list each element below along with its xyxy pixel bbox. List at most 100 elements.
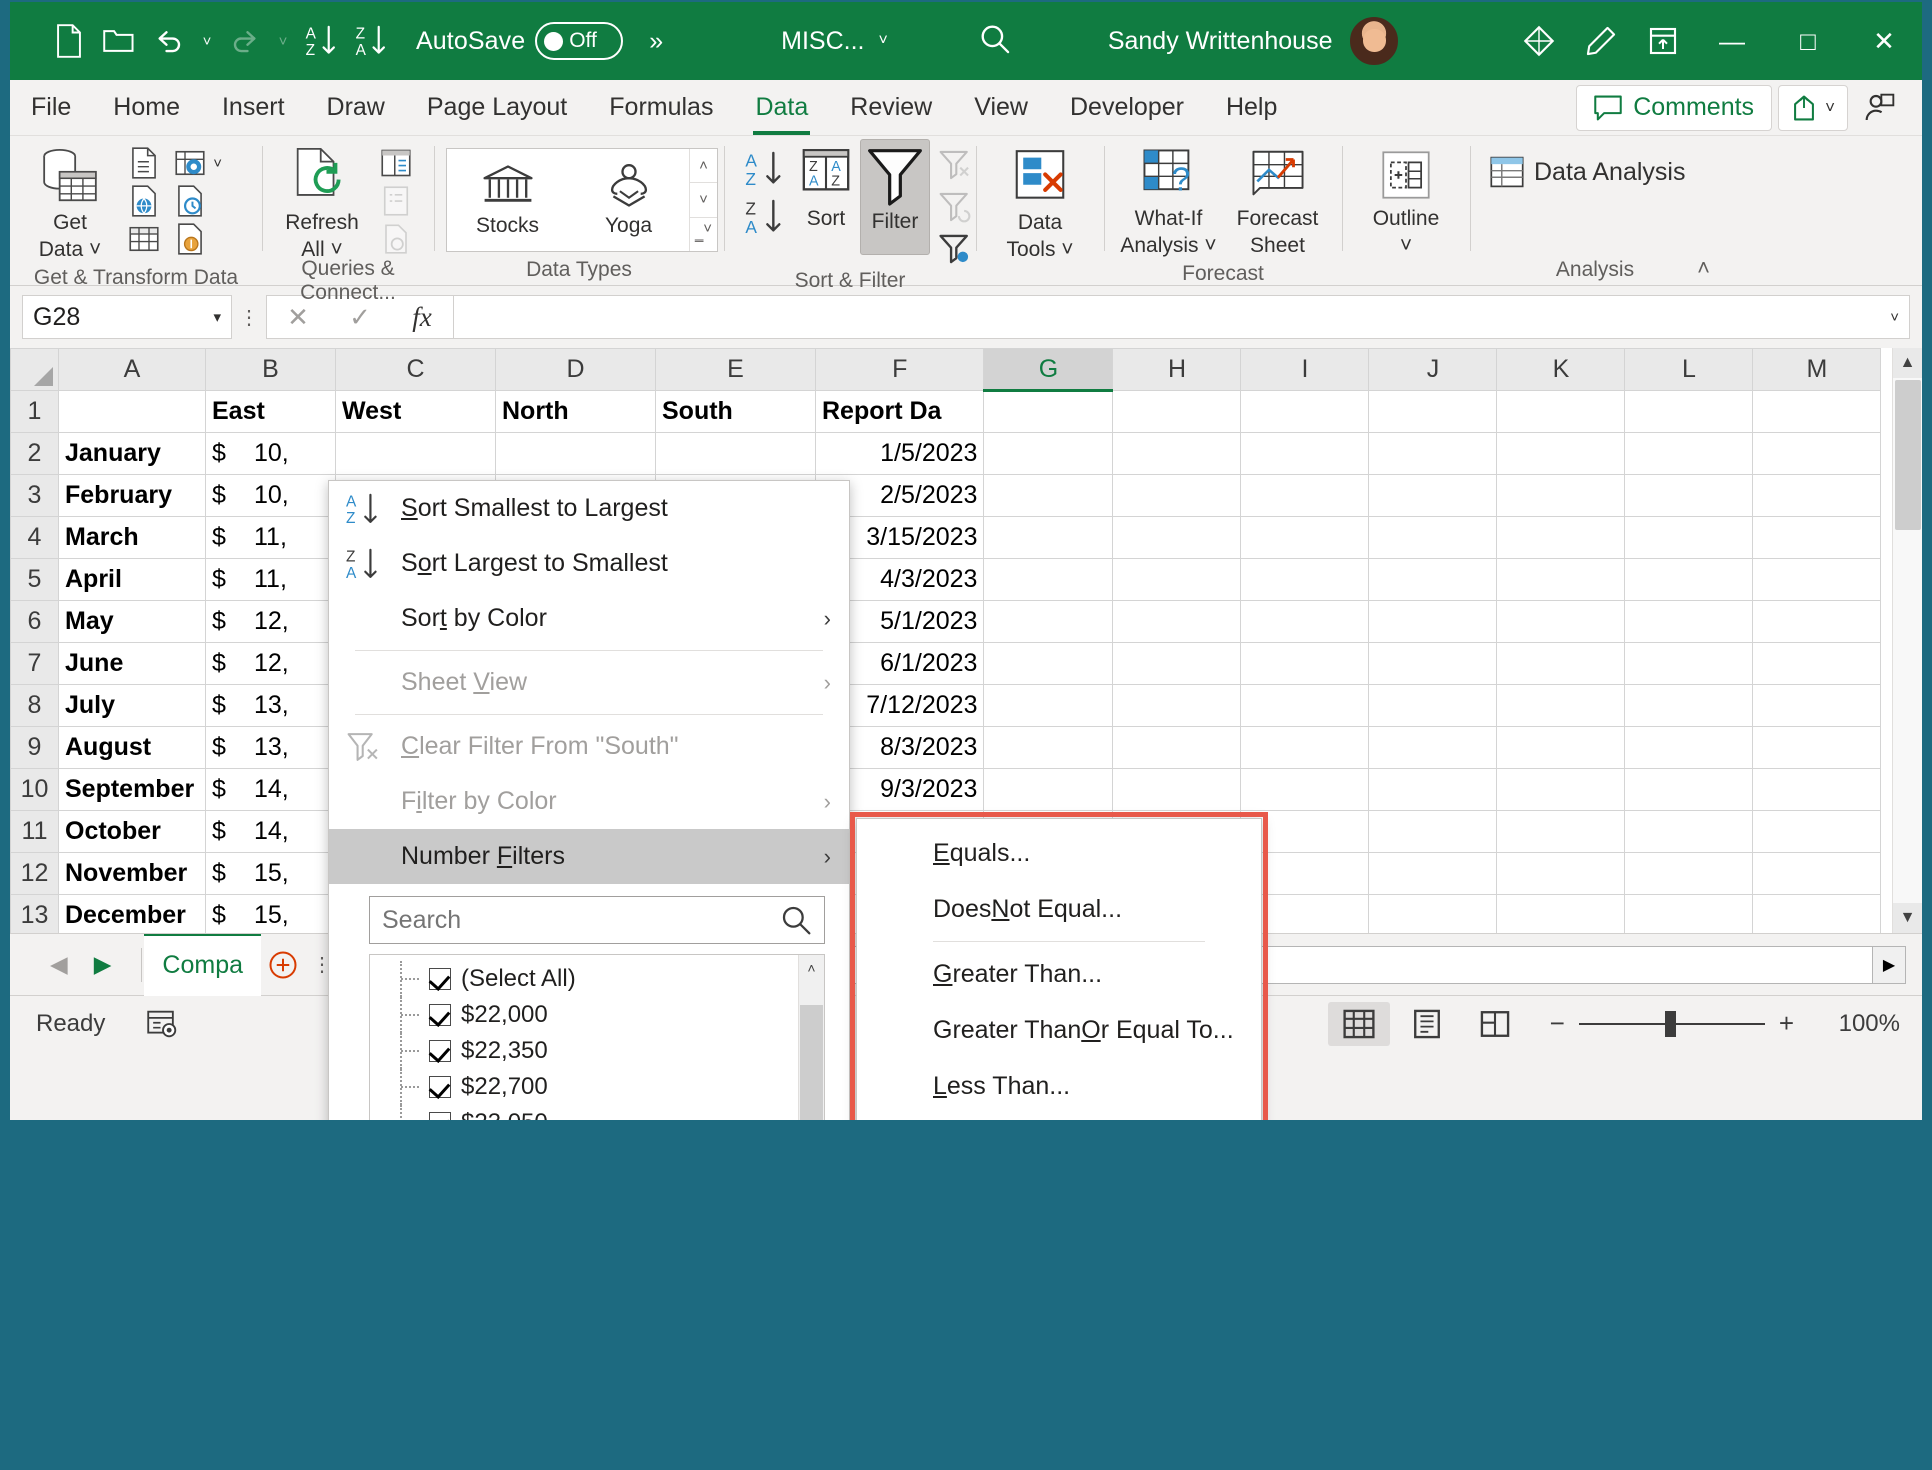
cell-m11[interactable]	[1753, 811, 1881, 853]
cell-b7[interactable]: $12,	[206, 643, 336, 685]
sheet-tab-compa[interactable]: Compa	[144, 934, 261, 996]
vertical-scroll-thumb[interactable]	[1895, 380, 1921, 530]
column-header-e[interactable]: E	[656, 349, 816, 391]
autosave-toggle[interactable]: Off	[535, 22, 623, 60]
new-file-icon[interactable]	[46, 18, 92, 64]
cell-j2[interactable]	[1369, 433, 1497, 475]
filter-search-box[interactable]	[369, 896, 825, 944]
checkbox[interactable]	[429, 1112, 451, 1122]
cell-i3[interactable]	[1241, 475, 1369, 517]
cell-l3[interactable]	[1625, 475, 1753, 517]
row-header-8[interactable]: 8	[11, 685, 59, 727]
cell-l2[interactable]	[1625, 433, 1753, 475]
column-header-c[interactable]: C	[336, 349, 496, 391]
recent-sources-icon[interactable]	[168, 183, 212, 219]
column-header-a[interactable]: A	[59, 349, 206, 391]
cell-j7[interactable]	[1369, 643, 1497, 685]
cell-a13[interactable]: December	[59, 895, 206, 934]
page-break-preview-button[interactable]	[1464, 1002, 1526, 1046]
cell-l9[interactable]	[1625, 727, 1753, 769]
sort-button[interactable]: Z A A Z Sort	[794, 141, 858, 236]
cell-k13[interactable]	[1497, 895, 1625, 934]
cell-i7[interactable]	[1241, 643, 1369, 685]
row-header-10[interactable]: 10	[11, 769, 59, 811]
yoga-gallery-item[interactable]: Yoga	[568, 149, 689, 251]
list-item[interactable]: $23,050	[370, 1105, 798, 1122]
cell-g6[interactable]	[984, 601, 1113, 643]
stocks-gallery-item[interactable]: Stocks	[447, 149, 568, 251]
open-folder-icon[interactable]	[96, 18, 142, 64]
menu-item-sort-by-color[interactable]: Sort by Color ›	[329, 591, 849, 646]
page-layout-view-button[interactable]	[1396, 1002, 1458, 1046]
accessibility-icon[interactable]	[147, 1009, 179, 1039]
submenu-item-equals[interactable]: Equals...	[857, 825, 1261, 881]
cell-g1[interactable]	[984, 391, 1113, 433]
share-people-icon[interactable]	[1854, 85, 1906, 131]
row-header-11[interactable]: 11	[11, 811, 59, 853]
cell-g5[interactable]	[984, 559, 1113, 601]
forecast-sheet-button[interactable]: Forecast Sheet	[1225, 141, 1330, 262]
tab-home[interactable]: Home	[92, 80, 201, 135]
zoom-slider-handle[interactable]	[1665, 1011, 1676, 1037]
cell-l5[interactable]	[1625, 559, 1753, 601]
cell-l8[interactable]	[1625, 685, 1753, 727]
list-scroll-thumb[interactable]	[800, 1005, 823, 1122]
formula-input[interactable]: ˅	[453, 295, 1910, 339]
cell-k10[interactable]	[1497, 769, 1625, 811]
cell-k6[interactable]	[1497, 601, 1625, 643]
cell-a7[interactable]: June	[59, 643, 206, 685]
menu-item-sheet-view[interactable]: Sheet View ›	[329, 655, 849, 710]
cell-f1[interactable]: Report Da	[816, 391, 984, 433]
tab-help[interactable]: Help	[1205, 80, 1298, 135]
comments-button[interactable]: Comments	[1576, 85, 1772, 131]
expand-formula-bar-icon[interactable]: ˅	[1890, 309, 1899, 326]
zoom-slider[interactable]	[1579, 1023, 1765, 1025]
tab-review[interactable]: Review	[829, 80, 953, 135]
cell-b3[interactable]: $10,	[206, 475, 336, 517]
chevron-down-icon[interactable]: ▾	[213, 308, 221, 326]
cell-g2[interactable]	[984, 433, 1113, 475]
cell-m9[interactable]	[1753, 727, 1881, 769]
queries-connections-icon[interactable]	[374, 145, 418, 181]
cell-g9[interactable]	[984, 727, 1113, 769]
search-input[interactable]	[382, 906, 772, 935]
cell-g10[interactable]	[984, 769, 1113, 811]
from-table-range-icon[interactable]	[122, 221, 166, 257]
cell-a5[interactable]: April	[59, 559, 206, 601]
cell-b1[interactable]: East	[206, 391, 336, 433]
cell-j12[interactable]	[1369, 853, 1497, 895]
menu-item-clear-filter[interactable]: Clear Filter From "South"	[329, 719, 849, 774]
cell-b4[interactable]: $11,	[206, 517, 336, 559]
cell-f2[interactable]: 1/5/2023	[816, 433, 984, 475]
properties-icon[interactable]	[374, 183, 418, 219]
tab-insert[interactable]: Insert	[201, 80, 306, 135]
cell-k11[interactable]	[1497, 811, 1625, 853]
clear-filter-icon[interactable]	[932, 145, 978, 185]
cell-h5[interactable]	[1113, 559, 1241, 601]
vertical-scrollbar[interactable]: ▲ ▼	[1892, 348, 1922, 933]
what-if-analysis-button[interactable]: ? What-If Analysis ˅	[1116, 141, 1221, 262]
cell-a12[interactable]: November	[59, 853, 206, 895]
row-header-3[interactable]: 3	[11, 475, 59, 517]
gallery-scroll-up-icon[interactable]: ˄	[690, 149, 717, 183]
undo-dropdown-icon[interactable]: ˅	[196, 18, 218, 64]
checkbox[interactable]	[429, 1004, 451, 1026]
tab-file[interactable]: File	[10, 80, 92, 135]
share-button[interactable]: ˅	[1778, 85, 1848, 131]
cell-b5[interactable]: $11,	[206, 559, 336, 601]
list-scrollbar[interactable]: ˄ ˅	[798, 955, 824, 1122]
cell-i6[interactable]	[1241, 601, 1369, 643]
checkbox[interactable]	[429, 968, 451, 990]
cell-l7[interactable]	[1625, 643, 1753, 685]
from-web-icon[interactable]	[122, 183, 166, 219]
sheet-next-icon[interactable]: ▶	[94, 951, 112, 978]
cell-m1[interactable]	[1753, 391, 1881, 433]
cell-g8[interactable]	[984, 685, 1113, 727]
cell-e1[interactable]: South	[656, 391, 816, 433]
zoom-level[interactable]: 100%	[1808, 1010, 1900, 1038]
cell-k4[interactable]	[1497, 517, 1625, 559]
vertical-scroll-track[interactable]	[1893, 378, 1923, 903]
advanced-filter-icon[interactable]	[932, 229, 978, 269]
cell-i2[interactable]	[1241, 433, 1369, 475]
from-text-csv-icon[interactable]	[122, 145, 166, 181]
